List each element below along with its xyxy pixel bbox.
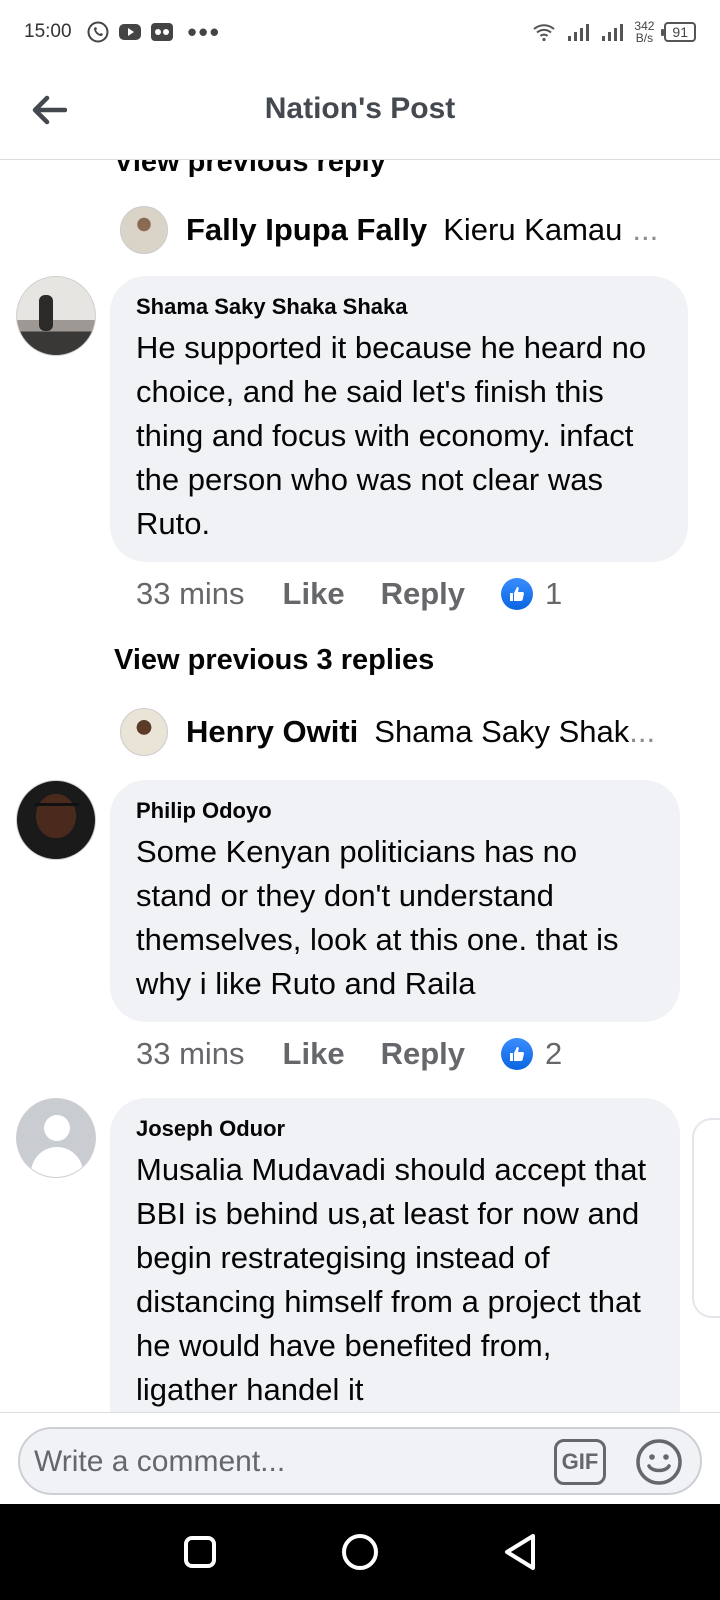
reply-preview-ellipsis: ...: [629, 714, 656, 749]
system-nav-bar: [0, 1504, 720, 1600]
status-right: 342 B/s 91: [532, 20, 696, 44]
scroll-edge-panel: [692, 1118, 720, 1318]
game-icon: [150, 23, 173, 41]
comment-text: Musalia Mudavadi should accept that BBI …: [136, 1152, 647, 1407]
net-speed: 342 B/s: [634, 20, 654, 44]
home-button[interactable]: [336, 1528, 384, 1576]
signal-1-icon: [568, 24, 590, 41]
status-left: 15:00 •••: [24, 19, 221, 45]
reply-button[interactable]: Reply: [381, 576, 465, 612]
comment-bubble[interactable]: Philip Odoyo Some Kenyan politicians has…: [110, 780, 680, 1022]
recents-button[interactable]: [176, 1528, 224, 1576]
comment-input[interactable]: Write a comment...: [34, 1445, 285, 1479]
gif-button[interactable]: GIF: [554, 1439, 606, 1485]
comment-actions: 33 mins Like Reply 2: [136, 1036, 562, 1072]
comment-actions: 33 mins Like Reply 1: [136, 576, 562, 612]
like-button[interactable]: Like: [283, 576, 345, 612]
triangle-back-icon: [505, 1534, 535, 1570]
thumbs-up-icon[interactable]: [501, 1038, 533, 1070]
comment-author[interactable]: Joseph Oduor: [136, 1116, 654, 1142]
avatar[interactable]: [16, 276, 96, 356]
reply-preview-text: Kieru Kamau: [443, 212, 623, 247]
reply-preview[interactable]: Fally Ipupa Fally Kieru Kamau ...: [120, 204, 658, 256]
view-previous-replies-link[interactable]: View previous 3 replies: [114, 644, 434, 677]
comment-bubble[interactable]: Joseph Oduor Musalia Mudavadi should acc…: [110, 1098, 680, 1412]
more-notifications-icon: •••: [187, 17, 221, 47]
youtube-icon: [118, 24, 141, 40]
comments-feed[interactable]: View previous reply Fally Ipupa Fally Ki…: [0, 160, 720, 1412]
emoji-icon[interactable]: [634, 1437, 684, 1487]
back-nav-button[interactable]: [496, 1528, 544, 1576]
comment-author[interactable]: Philip Odoyo: [136, 798, 654, 824]
reply-preview-author[interactable]: Henry Owiti: [186, 714, 358, 750]
net-speed-unit: B/s: [635, 31, 654, 45]
comment-time[interactable]: 33 mins: [136, 576, 245, 612]
signal-2-icon: [602, 24, 624, 41]
post-header: Nation's Post: [0, 64, 720, 160]
reply-preview[interactable]: Henry Owiti Shama Saky Shak ...: [120, 706, 655, 758]
comment-author[interactable]: Shama Saky Shaka Shaka: [136, 294, 662, 320]
avatar[interactable]: [120, 708, 168, 756]
like-button[interactable]: Like: [283, 1036, 345, 1072]
reply-preview-text: Shama Saky Shak: [374, 714, 630, 749]
reaction-count[interactable]: 2: [545, 1036, 562, 1072]
reply-preview-ellipsis: ...: [632, 212, 659, 247]
whatsapp-icon: [87, 21, 109, 43]
view-previous-reply-link[interactable]: View previous reply: [114, 160, 386, 179]
page-title: Nation's Post: [264, 92, 456, 125]
reaction-count[interactable]: 1: [545, 576, 562, 612]
circle-icon: [342, 1534, 378, 1570]
avatar[interactable]: [120, 206, 168, 254]
comment-bubble[interactable]: Shama Saky Shaka Shaka He supported it b…: [110, 276, 688, 562]
comment-composer[interactable]: Write a comment... GIF: [18, 1427, 702, 1495]
comment-composer-bar: Write a comment... GIF: [0, 1412, 720, 1504]
thumbs-up-icon[interactable]: [501, 578, 533, 610]
reply-preview-author[interactable]: Fally Ipupa Fally: [186, 212, 427, 248]
square-icon: [184, 1536, 216, 1568]
wifi-icon: [533, 24, 556, 42]
comment-text: He supported it because he heard no choi…: [136, 330, 647, 541]
status-time: 15:00: [24, 21, 72, 42]
status-bar: 15:00 ••• 342 B/s 91: [0, 0, 720, 64]
comment-text: Some Kenyan politicians has no stand or …: [136, 834, 619, 1001]
comment-time[interactable]: 33 mins: [136, 1036, 245, 1072]
avatar[interactable]: [16, 780, 96, 860]
reply-button[interactable]: Reply: [381, 1036, 465, 1072]
battery-indicator: 91: [661, 22, 696, 42]
avatar[interactable]: [16, 1098, 96, 1178]
